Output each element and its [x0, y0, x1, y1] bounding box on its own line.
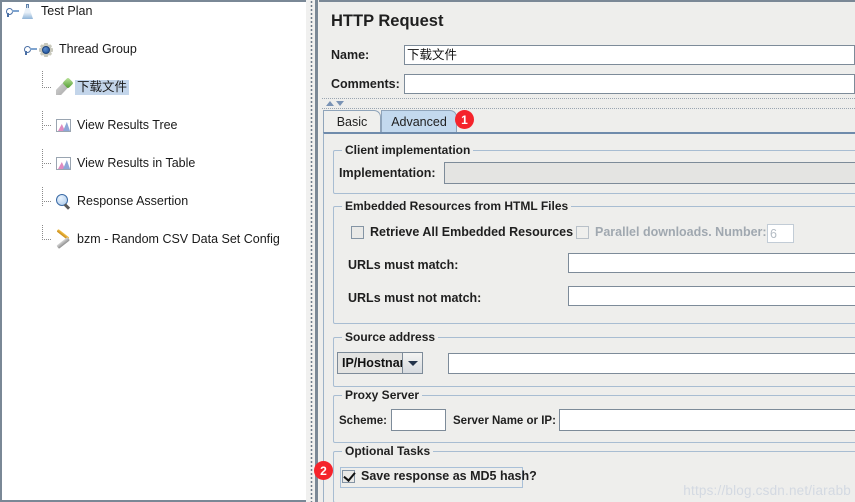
comments-input[interactable] [404, 74, 855, 94]
splitter-grip-dots [310, 0, 313, 502]
results-chart-icon [55, 117, 72, 134]
magnifier-icon [55, 193, 72, 210]
tree-branch-line [42, 71, 55, 94]
expand-toggle-icon[interactable] [24, 43, 37, 56]
name-row: Name: 下载文件 [319, 44, 855, 66]
implementation-combo[interactable] [444, 162, 855, 184]
name-input[interactable]: 下载文件 [404, 45, 855, 65]
tab-bar: Basic Advanced [323, 110, 855, 132]
scheme-label: Scheme: [339, 415, 387, 427]
urls-must-not-match-label: URLs must not match: [348, 291, 482, 305]
urls-must-match-label: URLs must match: [348, 258, 459, 272]
thread-group-gear-icon [37, 41, 54, 58]
server-name-or-ip-label: Server Name or IP: [453, 415, 556, 427]
group-proxy-server: Proxy Server Scheme: Server Name or IP: [333, 388, 855, 443]
advanced-tab-panel: Client implementation Implementation: Em… [323, 132, 855, 502]
checkbox-box-icon[interactable] [576, 225, 589, 239]
group-client-implementation: Client implementation Implementation: [333, 143, 855, 194]
chevron-down-icon[interactable] [336, 101, 344, 106]
source-address-input[interactable] [448, 353, 855, 374]
name-label: Name: [331, 48, 370, 62]
tab-label: Basic [336, 114, 368, 129]
comments-label: Comments: [331, 77, 400, 91]
save-response-as-md5-hash-checkbox[interactable]: Save response as MD5 hash? [342, 468, 537, 483]
tree-item-random-csv-data-set-config[interactable]: bzm - Random CSV Data Set Config [2, 225, 306, 249]
source-address-type-combo[interactable]: IP/Hostname [337, 352, 423, 374]
server-name-or-ip-input[interactable] [559, 409, 855, 431]
checkbox-label: Retrieve All Embedded Resources [370, 225, 574, 239]
annotation-badge-1: 1 [455, 110, 474, 129]
tree-item-label: View Results Tree [77, 118, 178, 132]
group-embedded-resources: Embedded Resources from HTML Files Retri… [333, 199, 855, 324]
group-title: Optional Tasks [342, 444, 434, 458]
group-title: Source address [342, 330, 439, 344]
tree-branch-line [42, 149, 55, 170]
tab-basic[interactable]: Basic [323, 110, 381, 132]
splitter-edge [315, 0, 318, 502]
panel-splitter[interactable] [306, 0, 320, 502]
collapse-strip[interactable] [322, 98, 855, 109]
urls-must-match-input[interactable] [568, 253, 855, 273]
checkbox-box-icon[interactable] [342, 468, 356, 483]
comments-row: Comments: [319, 73, 855, 95]
scheme-input[interactable] [391, 409, 446, 431]
wrench-screwdriver-icon [55, 229, 72, 249]
tree-item-label: Test Plan [41, 4, 93, 18]
expand-toggle-icon[interactable] [6, 5, 19, 18]
page-title: HTTP Request [331, 12, 444, 30]
checkbox-label: Save response as MD5 hash? [361, 469, 537, 483]
tree-branch-line [42, 225, 55, 246]
tree-item-label: Thread Group [59, 42, 137, 56]
chevron-down-icon[interactable] [402, 353, 422, 373]
group-title: Client implementation [342, 143, 474, 157]
tree-item-label: Response Assertion [77, 194, 189, 208]
parallel-downloads-number-input[interactable]: 6 [767, 224, 794, 243]
tab-label: Advanced [391, 114, 447, 129]
implementation-label: Implementation: [339, 166, 436, 180]
http-sampler-pen-icon [55, 77, 74, 96]
tree-item-thread-group[interactable]: Thread Group [2, 40, 306, 59]
tree-item-test-plan[interactable]: Test Plan [2, 2, 306, 21]
retrieve-all-embedded-resources-checkbox[interactable]: Retrieve All Embedded Resources [351, 225, 573, 239]
jmeter-window: Test Plan Thread Group 下载文件 View Results… [0, 0, 855, 502]
tree-item-label: bzm - Random CSV Data Set Config [77, 232, 280, 246]
tab-advanced[interactable]: Advanced [381, 110, 457, 132]
group-source-address: Source address IP/Hostname [333, 330, 855, 387]
tree-item-response-assertion[interactable]: Response Assertion [2, 187, 306, 211]
watermark: https://blog.csdn.net/iarabb [683, 483, 851, 498]
group-title: Proxy Server [342, 388, 423, 402]
tree-branch-line [42, 187, 55, 208]
tree-item-view-results-in-table[interactable]: View Results in Table [2, 149, 306, 173]
results-chart-icon [55, 155, 72, 172]
http-request-editor: HTTP Request Name: 下载文件 Comments: Basic … [319, 0, 855, 502]
tree-item-label: 下载文件 [75, 80, 130, 95]
tree-item-view-results-tree[interactable]: View Results Tree [2, 111, 306, 135]
checkbox-box-icon[interactable] [351, 225, 364, 239]
test-plan-tree[interactable]: Test Plan Thread Group 下载文件 View Results… [0, 0, 306, 502]
tree-item-http-request[interactable]: 下载文件 [2, 71, 306, 97]
tree-branch-line [42, 111, 55, 132]
urls-must-not-match-input[interactable] [568, 286, 855, 306]
group-title: Embedded Resources from HTML Files [342, 199, 572, 213]
parallel-downloads-checkbox[interactable]: Parallel downloads. Number: [576, 225, 767, 239]
chevron-up-icon[interactable] [326, 101, 334, 106]
annotation-badge-2: 2 [314, 461, 333, 480]
checkbox-label: Parallel downloads. Number: [595, 225, 767, 239]
test-plan-icon [19, 3, 36, 20]
tree-item-label: View Results in Table [77, 156, 196, 170]
